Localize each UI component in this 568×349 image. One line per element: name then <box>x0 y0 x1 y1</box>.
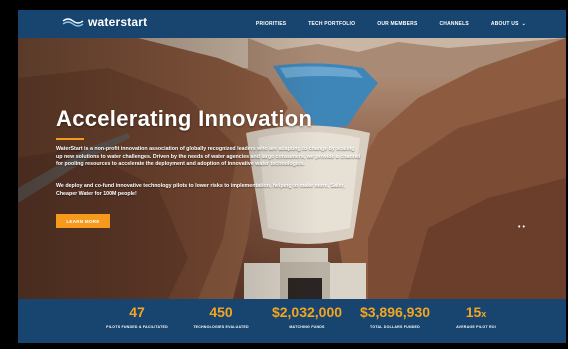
title-underline <box>56 138 84 140</box>
nav-priorities[interactable]: PRIORITIES <box>256 21 286 27</box>
stat-label: AVERAGE PILOT ROI <box>456 325 496 329</box>
hero-banner: Accelerating Innovation WaterStart is a … <box>18 38 566 299</box>
stat-label: TECHNOLOGIES EVALUATED <box>193 325 249 329</box>
nav-about-us-label: ABOUT US <box>490 21 519 27</box>
stat-number: 450 <box>209 304 233 320</box>
stat-total-dollars: $3,896,930 TOTAL DOLLARS FUNDED <box>350 304 440 329</box>
carousel-dots[interactable]: •• <box>518 224 527 231</box>
site-logo[interactable]: waterstart <box>62 15 147 29</box>
stat-label: MATCHING FUNDS <box>289 325 325 329</box>
stat-pilot-roi: 15x AVERAGE PILOT ROI <box>446 304 506 329</box>
hero-title: Accelerating Innovation <box>56 106 313 131</box>
top-navigation: waterstart PRIORITIES TECH PORTFOLIO OUR… <box>18 10 566 38</box>
stat-technologies: 450 TECHNOLOGIES EVALUATED <box>168 304 274 329</box>
stat-value: 450 <box>168 304 274 320</box>
stat-number: $2,032,000 <box>271 304 343 320</box>
browser-page: waterstart PRIORITIES TECH PORTFOLIO OUR… <box>18 10 566 343</box>
nav-about-us[interactable]: ABOUT US ⌄ <box>491 21 526 27</box>
nav-channels[interactable]: CHANNELS <box>440 21 469 27</box>
nav-tech-portfolio[interactable]: TECH PORTFOLIO <box>308 21 355 27</box>
stat-value: $2,032,000 <box>262 304 352 320</box>
hero-description-1: WaterStart is a non-profit innovation as… <box>56 146 361 168</box>
stat-number: 47 <box>129 304 145 320</box>
hero-description-2: We deploy and co-fund innovative technol… <box>56 183 345 197</box>
stat-matching-funds: $2,032,000 MATCHING FUNDS <box>262 304 352 329</box>
learn-more-button[interactable]: LEARN MORE <box>56 214 110 228</box>
stat-label: TOTAL DOLLARS FUNDED <box>370 325 420 329</box>
water-wave-icon <box>62 18 84 27</box>
stat-number: $3,896,930 <box>359 304 431 320</box>
stat-value: 15x <box>446 304 506 320</box>
stat-value: $3,896,930 <box>350 304 440 320</box>
stat-suffix: x <box>481 309 487 319</box>
stat-number: 15 <box>465 304 482 320</box>
nav-our-members[interactable]: OUR MEMBERS <box>377 21 417 27</box>
chevron-down-icon: ⌄ <box>521 21 526 27</box>
logo-text: waterstart <box>88 15 148 29</box>
main-menu: PRIORITIES TECH PORTFOLIO OUR MEMBERS CH… <box>234 10 526 38</box>
stats-bar: 47 PILOTS FUNDED & FACILITATED 450 TECHN… <box>18 299 566 343</box>
